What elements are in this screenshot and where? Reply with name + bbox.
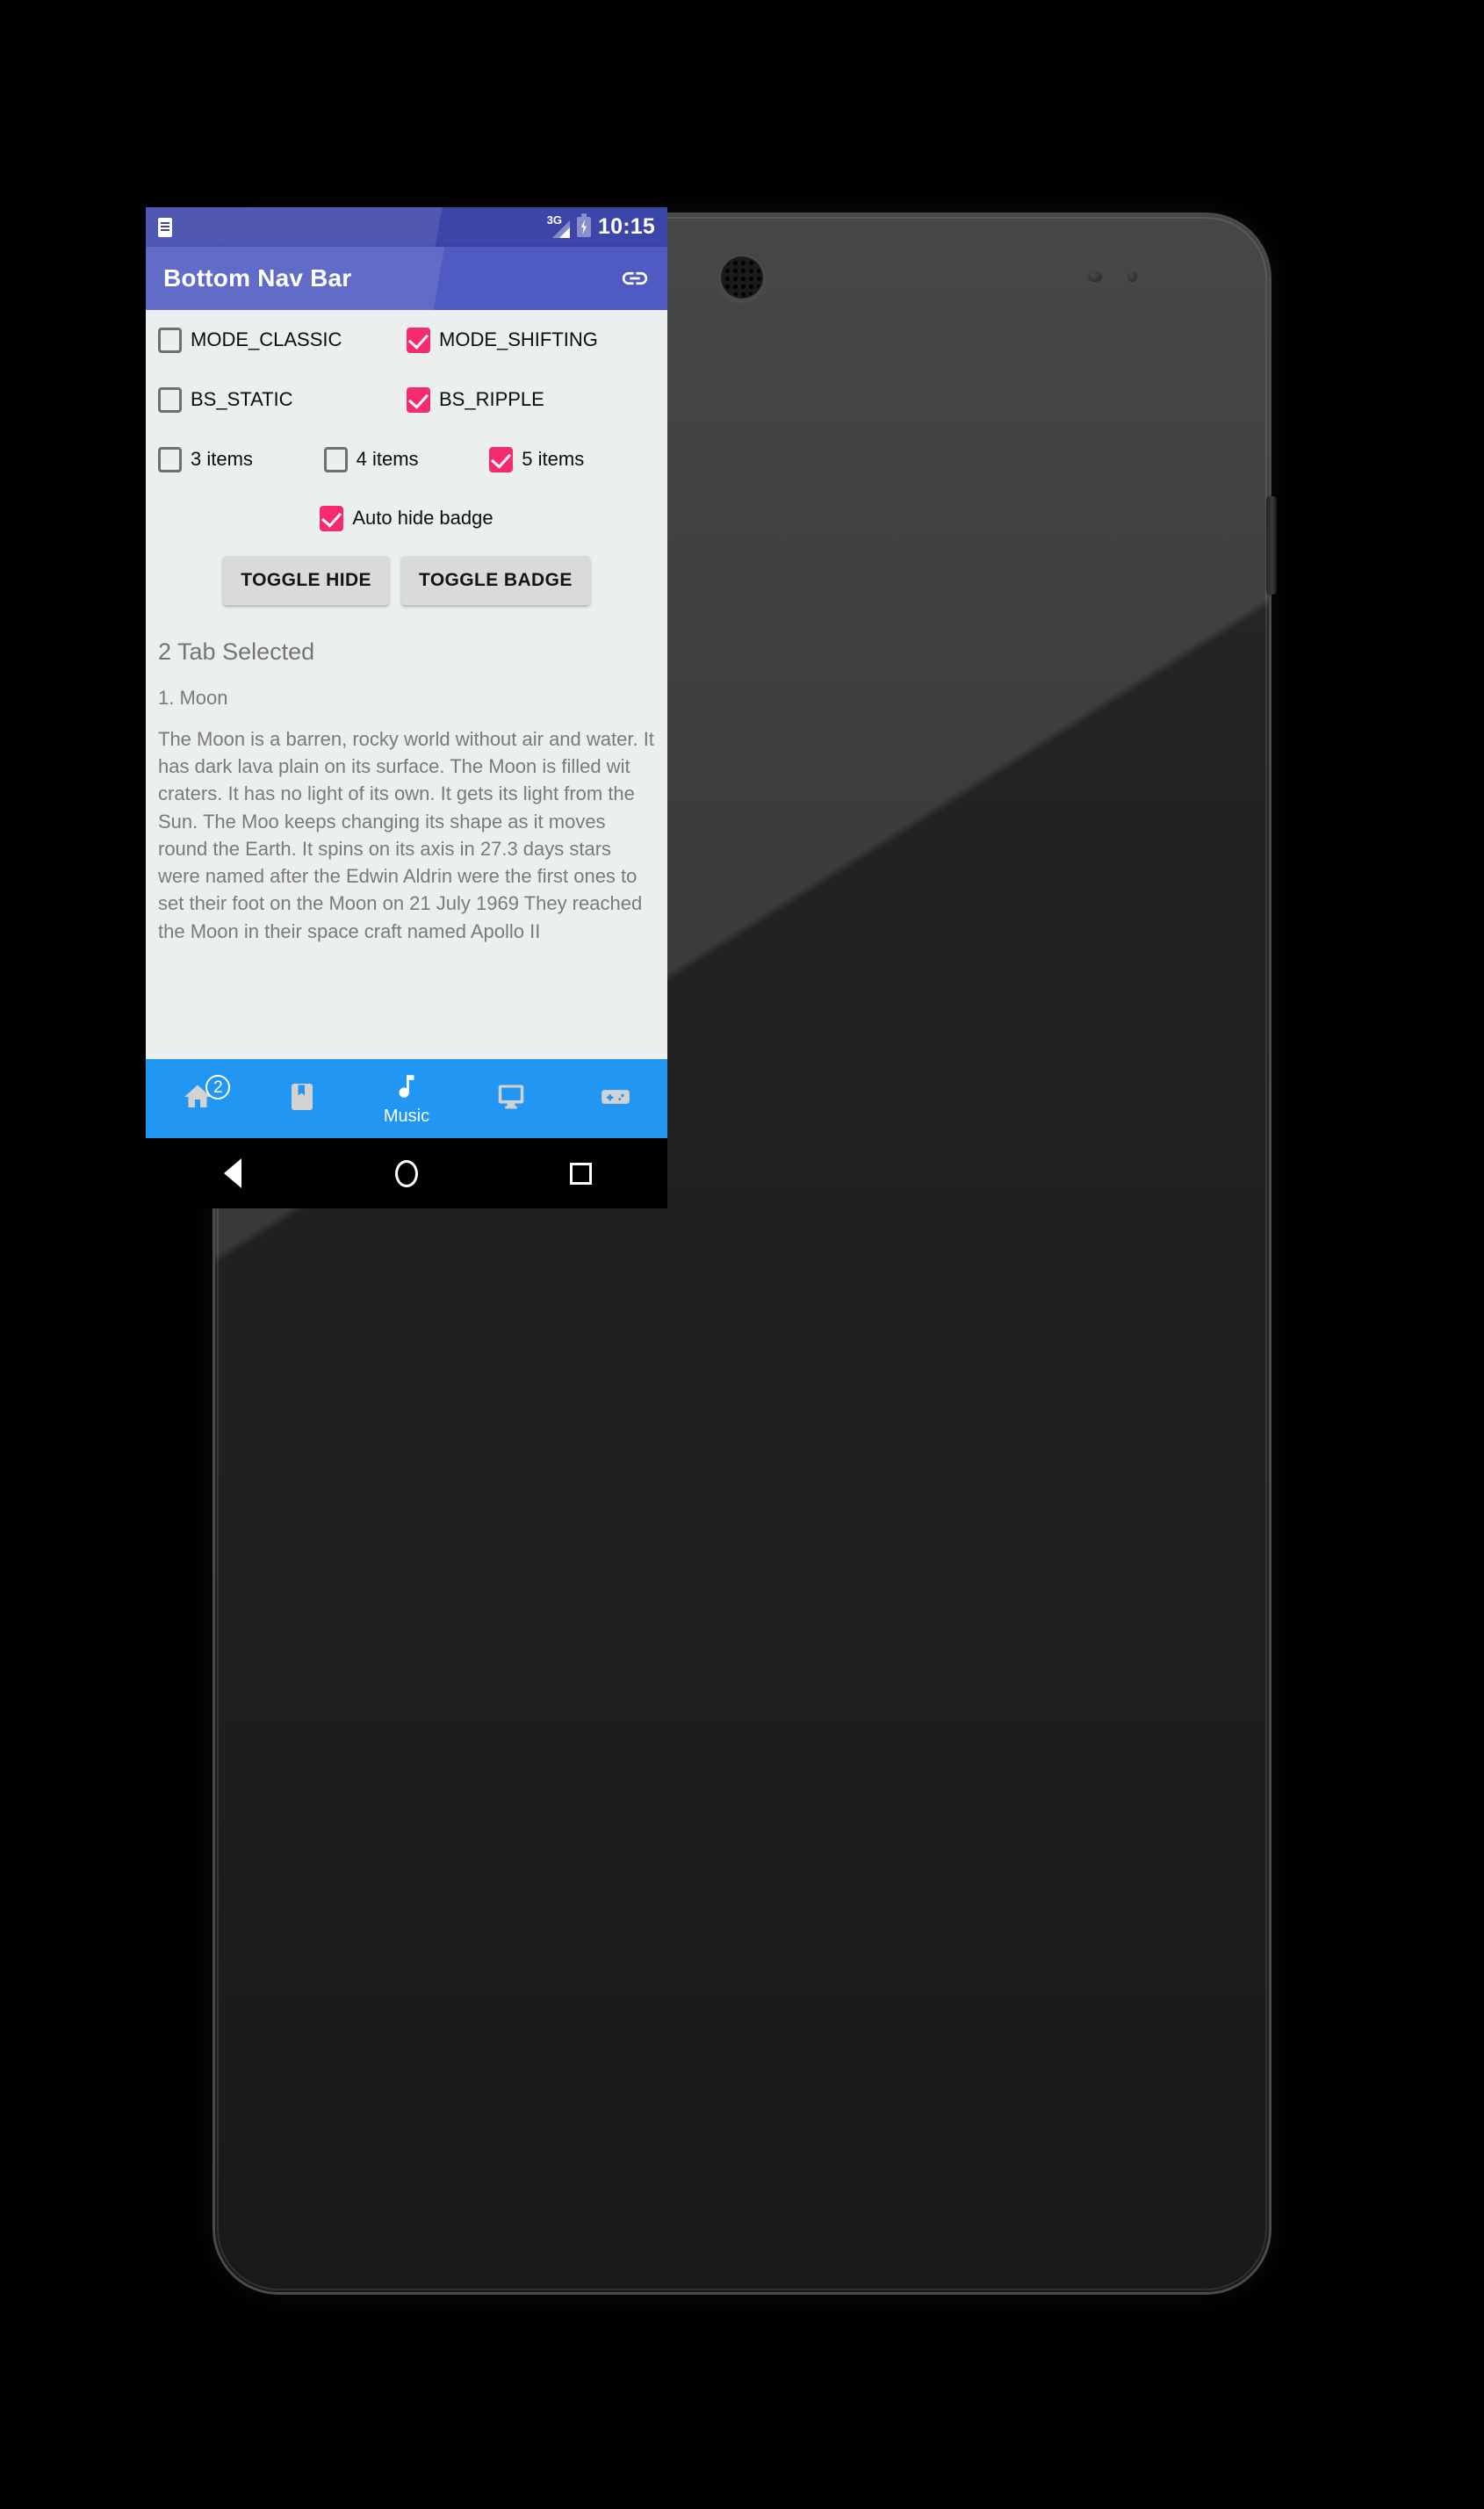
checkbox-label: MODE_CLASSIC bbox=[191, 328, 342, 350]
nav-item-music[interactable]: Music bbox=[355, 1059, 459, 1138]
nav-badge-home: 2 bbox=[205, 1075, 231, 1099]
app-bar-title: Bottom Nav Bar bbox=[163, 264, 352, 292]
checkbox-box[interactable] bbox=[158, 446, 182, 472]
network-type-label: 3G bbox=[546, 213, 563, 227]
checkbox-row-background-style: BS_STATIC BS_RIPPLE bbox=[146, 370, 667, 429]
toggle-badge-button[interactable]: TOGGLE BADGE bbox=[400, 556, 590, 605]
checkbox-mode-classic[interactable]: MODE_CLASSIC bbox=[158, 327, 407, 353]
checkbox-row-item-count: 3 items 4 items 5 items bbox=[146, 429, 667, 489]
checkbox-box[interactable] bbox=[407, 327, 430, 353]
checkbox-label: 4 items bbox=[356, 448, 419, 470]
checkbox-bs-ripple[interactable]: BS_RIPPLE bbox=[407, 386, 544, 413]
nav-item-gamepad[interactable] bbox=[563, 1059, 667, 1138]
phone-screen: 3G 10:15 Bottom Nav Bar MODE_CLASSIC MOD… bbox=[146, 207, 667, 1138]
battery-charging-icon bbox=[577, 213, 592, 237]
android-navigation-bar bbox=[146, 1138, 667, 1208]
link-icon[interactable] bbox=[620, 263, 650, 293]
proximity-sensor bbox=[1088, 271, 1102, 282]
home-circle-icon[interactable] bbox=[392, 1158, 421, 1188]
checkbox-box[interactable] bbox=[489, 446, 514, 472]
nav-item-monitor[interactable] bbox=[458, 1059, 563, 1138]
document-icon bbox=[158, 217, 172, 237]
checkbox-5-items[interactable]: 5 items bbox=[489, 446, 655, 472]
nav-item-book[interactable] bbox=[250, 1059, 355, 1138]
music-icon bbox=[392, 1071, 421, 1106]
recents-square-icon[interactable] bbox=[566, 1158, 595, 1188]
checkbox-auto-hide-badge[interactable]: Auto hide badge bbox=[320, 505, 493, 531]
checkbox-label: Auto hide badge bbox=[352, 507, 493, 529]
app-bar: Bottom Nav Bar bbox=[146, 247, 667, 310]
nav-label-music: Music bbox=[383, 1106, 430, 1126]
checkbox-box[interactable] bbox=[158, 327, 182, 353]
earpiece-speaker bbox=[718, 254, 766, 301]
checkbox-bs-static[interactable]: BS_STATIC bbox=[158, 386, 407, 413]
bottom-navigation-bar: 2 Music bbox=[146, 1059, 667, 1138]
toggle-hide-button[interactable]: TOGGLE HIDE bbox=[223, 556, 389, 605]
back-icon[interactable] bbox=[218, 1158, 248, 1188]
nav-item-home[interactable]: 2 bbox=[146, 1059, 250, 1138]
checkbox-label: 5 items bbox=[522, 448, 585, 470]
status-bar-clock: 10:15 bbox=[598, 214, 655, 239]
checkbox-3-items[interactable]: 3 items bbox=[158, 446, 324, 472]
checkbox-row-auto-hide-badge: Auto hide badge bbox=[146, 489, 667, 547]
main-content: MODE_CLASSIC MODE_SHIFTING BS_STATIC BS_… bbox=[146, 310, 667, 1059]
checkbox-box[interactable] bbox=[407, 386, 430, 413]
light-sensor bbox=[1127, 271, 1137, 282]
signal-icon: 3G bbox=[546, 213, 571, 238]
article-body: The Moon is a barren, rocky world withou… bbox=[158, 728, 654, 942]
power-button[interactable] bbox=[1266, 496, 1277, 595]
checkbox-label: MODE_SHIFTING bbox=[439, 328, 598, 350]
checkbox-mode-shifting[interactable]: MODE_SHIFTING bbox=[407, 327, 598, 353]
checkbox-4-items[interactable]: 4 items bbox=[323, 446, 490, 472]
gamepad-icon bbox=[599, 1080, 632, 1118]
checkbox-label: 3 items bbox=[191, 448, 253, 470]
checkbox-row-mode: MODE_CLASSIC MODE_SHIFTING bbox=[146, 310, 667, 370]
monitor-icon bbox=[495, 1081, 527, 1117]
checkbox-label: BS_RIPPLE bbox=[439, 388, 544, 410]
status-bar: 3G 10:15 bbox=[146, 207, 667, 247]
tab-status-text: 2 Tab Selected bbox=[158, 638, 315, 665]
book-icon bbox=[286, 1081, 318, 1117]
article-title: 1. Moon bbox=[158, 687, 228, 709]
checkbox-box[interactable] bbox=[158, 386, 182, 413]
button-row: TOGGLE HIDE TOGGLE BADGE bbox=[146, 547, 667, 605]
checkbox-box[interactable] bbox=[323, 446, 348, 472]
checkbox-box[interactable] bbox=[320, 505, 344, 531]
checkbox-label: BS_STATIC bbox=[191, 388, 293, 410]
